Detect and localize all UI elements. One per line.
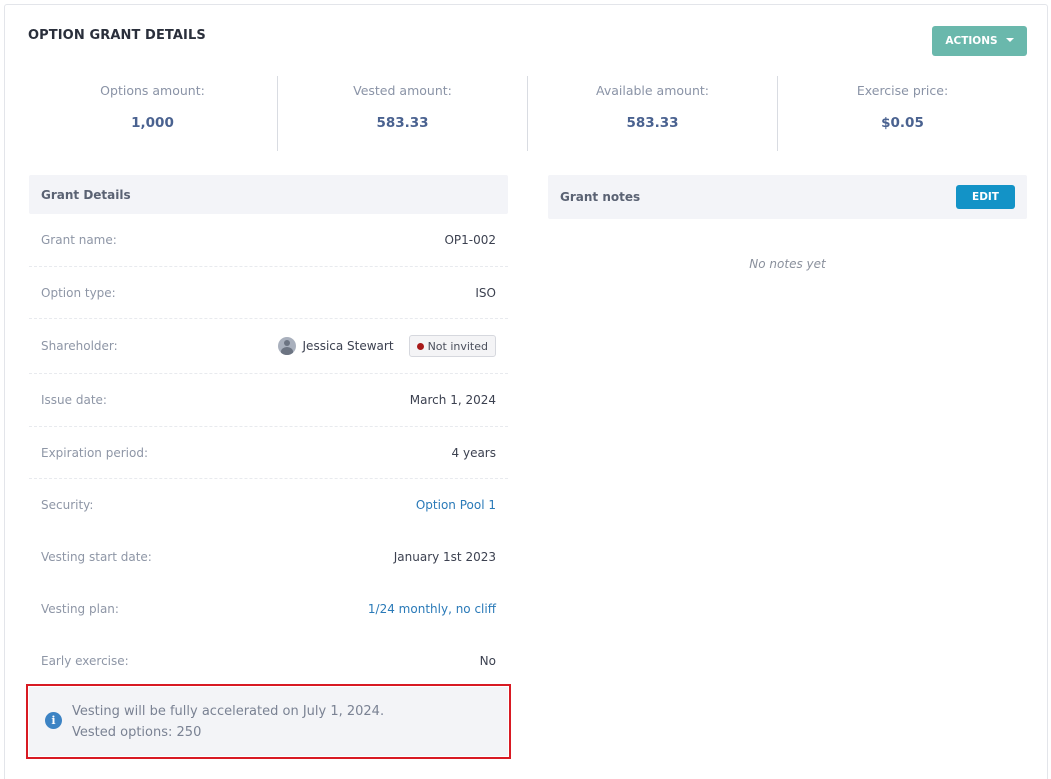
actions-button-label: ACTIONS (945, 35, 998, 47)
row-early-exercise: Early exercise: No (29, 634, 508, 687)
row-expiration-period: Expiration period: 4 years (29, 427, 508, 479)
row-vesting-start-date: Vesting start date: January 1st 2023 (29, 531, 508, 583)
stat-label: Available amount: (596, 83, 709, 98)
stat-label: Vested amount: (353, 83, 452, 98)
stat-exercise-price: Exercise price: $0.05 (778, 76, 1027, 151)
grant-details-header: Grant Details (29, 175, 508, 214)
row-security: Security: Option Pool 1 (29, 479, 508, 531)
vesting-plan-link[interactable]: 1/24 monthly, no cliff (368, 602, 496, 616)
shareholder-info: Jessica Stewart Not invited (277, 335, 496, 357)
row-label: Security: (41, 498, 94, 512)
status-badge-label: Not invited (427, 339, 488, 353)
row-value: March 1, 2024 (409, 393, 496, 407)
row-label: Early exercise: (41, 653, 129, 668)
stat-value: 583.33 (376, 115, 429, 131)
grant-notes-header: Grant notes EDIT (548, 175, 1027, 219)
row-label: Grant name: (41, 233, 117, 247)
row-label: Issue date: (41, 393, 107, 407)
grant-details-list: Grant name: OP1-002 Option type: ISO Sha… (29, 214, 508, 687)
row-option-type: Option type: ISO (29, 267, 508, 319)
stat-options-amount: Options amount: 1,000 (28, 76, 278, 151)
status-dot-icon (416, 342, 424, 350)
stat-value: 1,000 (131, 115, 174, 131)
caret-down-icon (1005, 38, 1014, 42)
security-link[interactable]: Option Pool 1 (416, 498, 496, 512)
row-label: Expiration period: (41, 445, 148, 460)
avatar (277, 337, 296, 355)
row-value: January 1st 2023 (393, 550, 496, 564)
row-value: ISO (475, 285, 496, 300)
row-shareholder: Shareholder: Jessica Stewart Not invited (29, 319, 508, 374)
row-label: Option type: (41, 285, 116, 300)
status-badge: Not invited (408, 335, 496, 357)
row-label: Shareholder: (41, 339, 118, 353)
row-value: OP1-002 (444, 233, 496, 247)
stat-value: 583.33 (626, 115, 679, 131)
row-label: Vesting plan: (41, 601, 119, 616)
actions-button[interactable]: ACTIONS (932, 26, 1027, 56)
summary-stats: Options amount: 1,000 Vested amount: 583… (28, 76, 1027, 151)
stat-available-amount: Available amount: 583.33 (528, 76, 778, 151)
row-issue-date: Issue date: March 1, 2024 (29, 374, 508, 427)
stat-label: Options amount: (100, 83, 205, 98)
stat-label: Exercise price: (856, 83, 949, 98)
stat-vested-amount: Vested amount: 583.33 (278, 76, 528, 151)
row-vesting-plan: Vesting plan: 1/24 monthly, no cliff (29, 583, 508, 634)
stat-value: $0.05 (881, 115, 924, 131)
shareholder-name[interactable]: Jessica Stewart (303, 339, 394, 353)
grant-notes-title: Grant notes (560, 190, 641, 204)
empty-notes-text: No notes yet (749, 257, 826, 271)
highlight-outline (26, 684, 511, 759)
row-grant-name: Grant name: OP1-002 (29, 214, 508, 267)
page-title: OPTION GRANT DETAILS (28, 28, 206, 43)
edit-notes-button[interactable]: EDIT (956, 185, 1015, 209)
row-label: Vesting start date: (41, 550, 152, 564)
row-value: 4 years (451, 445, 496, 460)
row-value: No (479, 653, 496, 668)
